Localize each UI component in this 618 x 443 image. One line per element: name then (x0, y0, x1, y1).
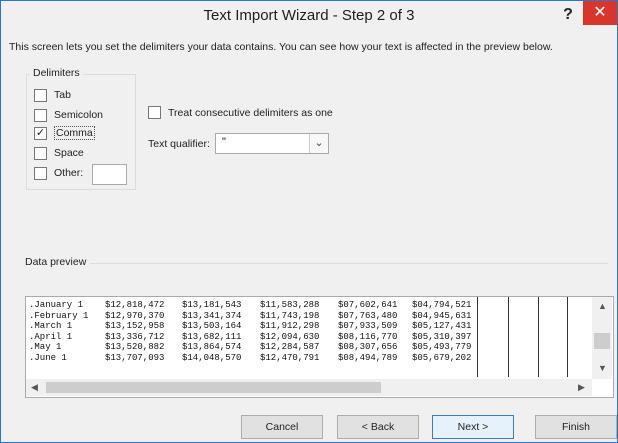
preview-row: .February 1 $12,970,370 $13,341,374 $11,743… (29, 311, 485, 322)
semicolon-checkbox[interactable]: Semicolon (34, 107, 103, 123)
preview-cell: .January 1 (29, 300, 84, 310)
preview-cell: .March 1 (29, 321, 73, 331)
preview-cell: $13,503,164 (182, 321, 242, 331)
preview-cell: $07,602,641 (338, 300, 398, 310)
help-button[interactable]: ? (557, 4, 579, 26)
consecutive-delimiters-checkbox[interactable]: Treat consecutive delimiters as one (148, 106, 333, 119)
next-button[interactable]: Next > (432, 415, 514, 439)
preview-cell: $04,945,631 (412, 310, 472, 321)
horizontal-scrollbar[interactable]: ◀ ▶ (26, 379, 592, 396)
data-preview-pane[interactable]: .January 1 $12,818,472 $13,181,543 $11,583,… (25, 296, 614, 398)
scroll-thumb[interactable] (594, 333, 610, 349)
preview-cell: $13,520,882 (105, 342, 165, 352)
close-button[interactable]: ✕ (583, 1, 617, 25)
checkbox-box-checked[interactable]: ✓ (34, 126, 47, 140)
text-import-wizard-dialog: Text Import Wizard - Step 2 of 3 ? ✕ Thi… (0, 0, 618, 443)
column-divider (567, 297, 568, 377)
comma-checkbox[interactable]: ✓ Comma (34, 125, 95, 141)
preview-cell: $13,707,093 (105, 352, 165, 363)
text-qualifier-select[interactable]: " ⌄ (215, 133, 329, 154)
preview-cell: $04,794,521 (412, 300, 472, 310)
preview-row: .March 1 $13,152,958 $13,503,164 $11,912,29… (29, 321, 485, 332)
other-label: Other: (54, 167, 84, 179)
back-button[interactable]: < Back (337, 415, 419, 439)
tab-checkbox[interactable]: Tab (34, 87, 71, 103)
checkmark-icon: ✓ (35, 126, 46, 139)
preview-cell: $08,307,656 (338, 342, 398, 352)
text-qualifier-label: Text qualifier: (148, 138, 210, 150)
preview-cell: .May 1 (29, 342, 62, 352)
preview-cell: $12,470,791 (260, 352, 320, 363)
preview-cell: $13,341,374 (182, 310, 242, 321)
preview-cell: $12,094,630 (260, 331, 320, 342)
space-label: Space (54, 147, 84, 159)
delimiters-group-title: Delimiters (30, 67, 83, 79)
preview-cell: $12,818,472 (105, 300, 165, 310)
preview-cell: $07,933,509 (338, 321, 398, 331)
preview-cell: $05,679,202 (412, 352, 472, 363)
preview-cell: $08,116,770 (338, 331, 398, 342)
vertical-scrollbar[interactable]: ▲ ▼ (592, 297, 612, 379)
preview-cell: $13,682,111 (182, 331, 242, 342)
preview-row: .April 1 $13,336,712 $13,682,111 $12,094,63… (29, 332, 485, 343)
checkbox-box[interactable] (34, 166, 47, 180)
consecutive-label: Treat consecutive delimiters as one (168, 106, 333, 119)
column-divider (538, 297, 539, 377)
preview-cell: $12,970,370 (105, 310, 165, 321)
column-divider (508, 297, 509, 377)
checkbox-box[interactable] (34, 108, 47, 122)
scroll-thumb[interactable] (46, 382, 381, 393)
preview-cell: $13,181,543 (182, 300, 242, 310)
finish-button[interactable]: Finish (535, 415, 617, 439)
semicolon-label: Semicolon (54, 109, 104, 121)
preview-row: .January 1 $12,818,472 $13,181,543 $11,583,… (29, 300, 485, 311)
intro-text: This screen lets you set the delimiters … (9, 41, 553, 53)
space-checkbox[interactable]: Space (34, 145, 84, 161)
checkbox-box[interactable] (148, 106, 161, 119)
preview-row: .June 1 $13,707,093 $14,048,570 $12,470,791… (29, 353, 485, 364)
preview-cell: $13,336,712 (105, 331, 165, 342)
preview-cell: $11,583,288 (260, 300, 320, 310)
preview-cell: $05,310,397 (412, 331, 472, 342)
preview-cell: $12,284,587 (260, 342, 320, 352)
preview-cell: $08,494,789 (338, 352, 398, 363)
divider (88, 263, 608, 264)
preview-cell: $05,493,779 (412, 342, 472, 352)
checkbox-box[interactable] (34, 88, 47, 102)
preview-cell: $05,127,431 (412, 321, 472, 331)
chevron-right-icon[interactable]: ▶ (578, 382, 585, 393)
preview-cell: $14,048,570 (182, 352, 242, 363)
preview-cell: $13,152,958 (105, 321, 165, 331)
column-divider (477, 297, 478, 377)
chevron-up-icon[interactable]: ▲ (598, 301, 607, 311)
chevron-down-icon[interactable]: ▼ (598, 363, 607, 373)
title-bar: Text Import Wizard - Step 2 of 3 ? ✕ (1, 1, 617, 31)
preview-cell: $13,864,574 (182, 342, 242, 352)
chevron-left-icon[interactable]: ◀ (31, 382, 38, 393)
comma-label: Comma (54, 126, 95, 140)
preview-cell: $11,912,298 (260, 321, 320, 331)
chevron-down-icon[interactable]: ⌄ (309, 134, 328, 153)
preview-grid: .January 1 $12,818,472 $13,181,543 $11,583,… (29, 300, 485, 363)
tab-label: Tab (54, 89, 71, 101)
preview-cell: $07,763,480 (338, 310, 398, 321)
preview-cell: .February 1 (29, 310, 89, 321)
preview-cell: .April 1 (29, 331, 73, 342)
window-title: Text Import Wizard - Step 2 of 3 (203, 7, 415, 24)
cancel-button[interactable]: Cancel (241, 415, 323, 439)
other-delimiter-input[interactable] (92, 164, 127, 185)
text-qualifier-value: " (222, 136, 226, 148)
data-preview-title: Data preview (25, 256, 91, 268)
checkbox-box[interactable] (34, 146, 47, 160)
other-checkbox[interactable]: Other: (34, 165, 83, 181)
preview-cell: .June 1 (29, 352, 67, 363)
preview-cell: $11,743,198 (260, 310, 320, 321)
preview-row: .May 1 $13,520,882 $13,864,574 $12,284,587 $… (29, 342, 485, 353)
